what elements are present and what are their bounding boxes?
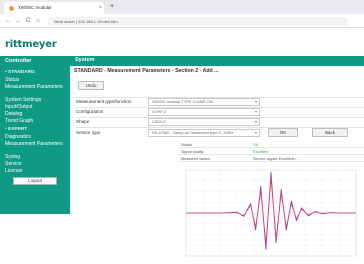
configuration-value: X2/HF-2 bbox=[152, 110, 167, 114]
shape-label: Shape bbox=[76, 119, 90, 124]
main-bar-title: System bbox=[75, 57, 95, 63]
sidebar-item-datalog[interactable]: Datalog bbox=[5, 111, 67, 118]
measured-values-label: Measured values bbox=[181, 157, 210, 161]
logout-button[interactable]: Logout bbox=[13, 177, 57, 185]
sidebar-item-status[interactable]: Status bbox=[5, 77, 67, 84]
close-icon[interactable]: × bbox=[99, 2, 102, 14]
address-bar[interactable]: Nicht sicher | 192.168.1.1/index.htm bbox=[48, 17, 348, 26]
favicon-icon bbox=[9, 6, 14, 11]
sidebar-section-standard[interactable]: • STANDARD bbox=[5, 70, 35, 75]
back-icon[interactable]: ← bbox=[5, 17, 11, 25]
sidebar-item-license[interactable]: License bbox=[5, 168, 67, 175]
tab-title: X8000C modular bbox=[18, 5, 52, 10]
chevron-down-icon: ▾ bbox=[254, 130, 257, 135]
sensor-type-label: Sensor type bbox=[76, 130, 101, 135]
sidebar-item-trend-graph[interactable]: Trend Graph bbox=[5, 118, 67, 125]
measured-values-value: Service signal: Excellent / ... bbox=[253, 157, 301, 161]
chevron-down-icon: ▾ bbox=[254, 99, 257, 104]
sidebar: Controller • STANDARD Status Measurement… bbox=[0, 56, 70, 214]
reload-icon[interactable]: C bbox=[26, 17, 30, 25]
status-value: OK bbox=[253, 143, 259, 147]
shape-select[interactable]: CIRCLE ▾ bbox=[148, 118, 260, 126]
measurement-type-label: Measurement type/function bbox=[76, 99, 132, 104]
undo-button[interactable]: Undo bbox=[78, 81, 104, 90]
back-button[interactable]: Back bbox=[312, 128, 348, 137]
signal-quality-value: Excellent bbox=[253, 150, 269, 154]
sidebar-item-diagnostics[interactable]: Diagnostics bbox=[5, 134, 67, 141]
sidebar-item-expert-measurement-parameters[interactable]: Measurement Parameters bbox=[5, 141, 67, 148]
home-icon[interactable]: ⌂ bbox=[36, 17, 40, 25]
sensor-type-value: HK-47582 · Clamp-on Transducer type G, 2… bbox=[152, 131, 234, 135]
page-title: STANDARD - Measurement Parameters - Sect… bbox=[74, 68, 219, 74]
signal-quality-row: Signal quality Excellent bbox=[178, 149, 364, 155]
shape-value: CIRCLE bbox=[152, 120, 166, 124]
sidebar-header: Controller bbox=[5, 58, 32, 64]
forward-icon[interactable]: → bbox=[15, 17, 21, 25]
measurement-type-select[interactable]: X8000C modular TYPE CLAMP-ON ▾ bbox=[148, 98, 260, 106]
configuration-select[interactable]: X2/HF-2 ▾ bbox=[148, 108, 260, 116]
browser-tab[interactable]: X8000C modular × bbox=[4, 2, 104, 14]
status-label: Status bbox=[181, 143, 192, 147]
measured-values-row: Measured values Service signal: Excellen… bbox=[178, 156, 364, 162]
sidebar-item-syslog[interactable]: Syslog bbox=[5, 154, 67, 161]
sidebar-item-service[interactable]: Service bbox=[5, 161, 67, 168]
sidebar-item-measurement-parameters[interactable]: Measurement Parameters bbox=[5, 84, 67, 91]
sidebar-item-system-settings[interactable]: System Settings bbox=[5, 97, 67, 104]
new-tab-icon[interactable]: + bbox=[110, 2, 114, 12]
chevron-down-icon: ▾ bbox=[254, 119, 257, 124]
main-title-bar: System bbox=[70, 56, 364, 66]
configuration-label: Configuration bbox=[76, 109, 104, 114]
ok-button[interactable]: OK bbox=[268, 128, 298, 137]
signal-quality-label: Signal quality bbox=[181, 150, 204, 154]
brand-logo: rittmeyer bbox=[5, 39, 57, 50]
status-row: Status OK bbox=[178, 142, 364, 148]
browser-tab-strip: X8000C modular × + bbox=[0, 0, 364, 14]
sidebar-section-expert[interactable]: • EXPERT bbox=[5, 127, 27, 132]
sidebar-item-input-output[interactable]: Input/Output bbox=[5, 104, 67, 111]
signal-chart bbox=[185, 169, 357, 257]
sensor-type-select[interactable]: HK-47582 · Clamp-on Transducer type G, 2… bbox=[148, 129, 260, 137]
measurement-type-value: X8000C modular TYPE CLAMP-ON bbox=[152, 100, 213, 104]
chevron-down-icon: ▾ bbox=[254, 109, 257, 114]
browser-toolbar: ← → C ⌂ Nicht sicher | 192.168.1.1/index… bbox=[0, 14, 364, 28]
